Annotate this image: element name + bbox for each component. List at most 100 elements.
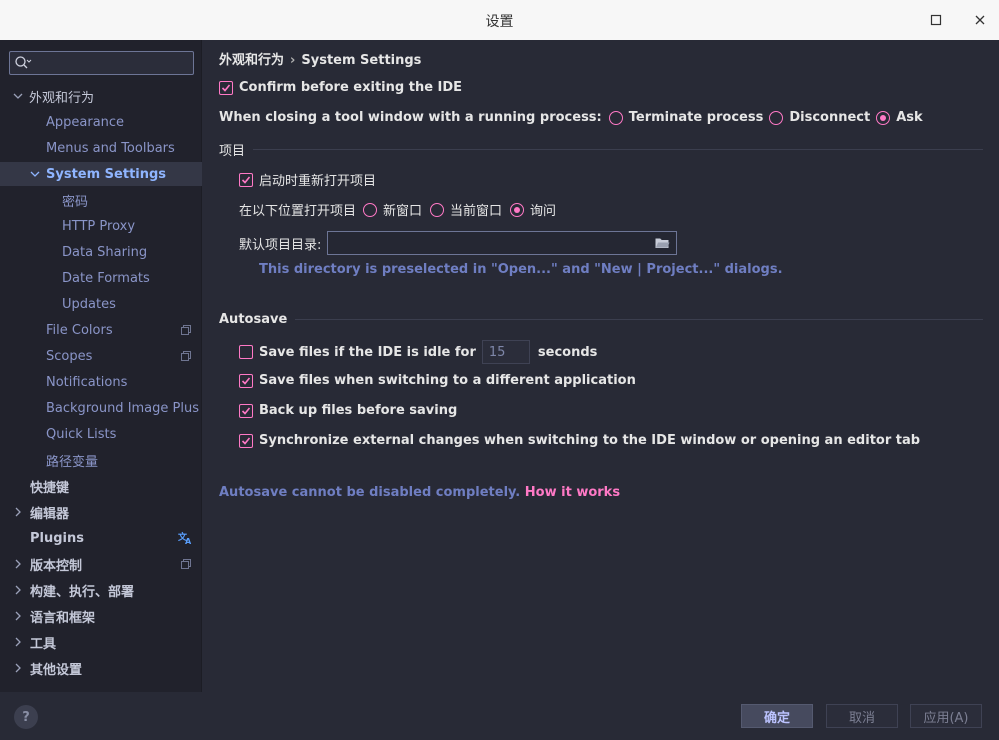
idle-save-prefix: Save files if the IDE is idle for	[259, 344, 476, 360]
chevron-down-icon	[13, 90, 23, 105]
copy-icon	[180, 558, 192, 574]
sidebar-item-label: File Colors	[46, 322, 113, 338]
breadcrumb-separator: ›	[290, 53, 296, 68]
section-divider	[295, 318, 983, 320]
reopen-projects-checkbox[interactable]	[239, 172, 253, 187]
sidebar-item-label: 密码	[62, 194, 89, 210]
reopen-projects-row: 启动时重新打开项目	[239, 170, 376, 189]
radio-current-window[interactable]	[430, 202, 445, 217]
cancel-button[interactable]: 取消	[826, 704, 898, 728]
sidebar-item-label: Plugins	[30, 530, 84, 546]
sidebar-item-label: 外观和行为	[29, 90, 95, 106]
sidebar-item-path-variables[interactable]: 路径变量	[0, 448, 202, 472]
sync-label: Synchronize external changes when switch…	[259, 433, 921, 448]
sidebar-item-data-sharing[interactable]: Data Sharing	[0, 240, 202, 264]
sidebar-item-label: Date Formats	[62, 270, 150, 286]
sidebar-item-background-image-plus[interactable]: Background Image Plus	[0, 396, 202, 420]
search-input[interactable]	[9, 51, 194, 75]
close-icon[interactable]	[968, 8, 992, 32]
sidebar-item-label: Appearance	[46, 114, 125, 130]
sidebar-item-languages-frameworks[interactable]: 语言和框架	[0, 604, 202, 628]
window-title: 设置	[485, 14, 514, 30]
sidebar-item-label: Scopes	[46, 348, 93, 364]
sidebar-item-passwords[interactable]: 密码	[0, 188, 202, 212]
sidebar-item-label: Data Sharing	[62, 244, 148, 260]
project-section-header: 项目	[219, 140, 983, 159]
sidebar-item-label: 语言和框架	[30, 610, 96, 626]
sync-checkbox[interactable]	[239, 433, 253, 448]
help-button[interactable]: ?	[14, 705, 38, 729]
search-icon	[14, 55, 32, 75]
sidebar-item-build-execution-deployment[interactable]: 构建、执行、部署	[0, 578, 202, 602]
ok-button[interactable]: 确定	[741, 704, 813, 728]
folder-icon[interactable]	[655, 237, 670, 253]
sidebar-item-date-formats[interactable]: Date Formats	[0, 266, 202, 290]
apply-button[interactable]: 应用(A)	[910, 704, 982, 728]
translate-icon: 文A	[177, 531, 193, 549]
sidebar-item-label: System Settings	[46, 166, 167, 182]
project-section-title: 项目	[219, 143, 246, 159]
sidebar-item-updates[interactable]: Updates	[0, 292, 202, 316]
sidebar-item-notifications[interactable]: Notifications	[0, 370, 202, 394]
switch-app-save-checkbox[interactable]	[239, 373, 253, 388]
chevron-right-icon	[13, 558, 23, 573]
autosave-note-text: Autosave cannot be disabled completely.	[219, 485, 521, 500]
sidebar-item-menus-toolbars[interactable]: Menus and Toolbars	[0, 136, 202, 160]
chevron-right-icon	[13, 610, 23, 625]
sidebar-item-label: 工具	[30, 636, 57, 652]
radio-ask-window[interactable]	[510, 202, 525, 217]
sidebar-item-label: 编辑器	[30, 506, 70, 522]
sidebar-item-plugins[interactable]: Plugins 文A	[0, 526, 202, 550]
radio-disconnect-label: Disconnect	[789, 110, 871, 125]
sidebar-item-quick-lists[interactable]: Quick Lists	[0, 422, 202, 446]
sidebar-item-label: 快捷键	[30, 480, 70, 496]
section-divider	[253, 148, 983, 150]
chevron-right-icon	[13, 584, 23, 599]
backup-checkbox[interactable]	[239, 403, 253, 418]
autosave-section-header: Autosave	[219, 310, 983, 328]
sidebar-item-version-control[interactable]: 版本控制	[0, 552, 202, 576]
sidebar-item-other-settings[interactable]: 其他设置	[0, 656, 202, 680]
copy-icon	[180, 350, 192, 366]
radio-terminate-process[interactable]	[608, 110, 623, 125]
maximize-icon[interactable]	[924, 8, 948, 32]
sidebar-item-label: 其他设置	[30, 662, 83, 678]
confirm-exit-checkbox[interactable]	[219, 80, 233, 95]
sidebar-item-label: 构建、执行、部署	[30, 584, 135, 600]
default-dir-row: 默认项目目录:	[239, 231, 678, 255]
breadcrumb-parent[interactable]: 外观和行为	[219, 53, 284, 68]
radio-disconnect[interactable]	[769, 110, 784, 125]
autosave-note: Autosave cannot be disabled completely. …	[219, 485, 620, 500]
chevron-right-icon	[13, 662, 23, 677]
svg-text:A: A	[185, 537, 192, 545]
sidebar-item-system-settings[interactable]: System Settings	[0, 162, 202, 186]
sidebar-item-appearance[interactable]: Appearance	[0, 110, 202, 134]
idle-save-row: Save files if the IDE is idle for 15 sec…	[239, 340, 597, 364]
sidebar-item-tools[interactable]: 工具	[0, 630, 202, 654]
copy-icon	[180, 324, 192, 340]
open-project-in-row: 在以下位置打开项目 新窗口 当前窗口 询问	[239, 200, 556, 219]
sidebar-item-label: 路径变量	[46, 454, 99, 470]
idle-save-checkbox[interactable]	[239, 345, 253, 359]
breadcrumb: 外观和行为 › System Settings	[219, 49, 421, 68]
radio-terminate-label: Terminate process	[628, 110, 764, 125]
sidebar-item-label: Notifications	[46, 374, 128, 390]
title-bar: 设置	[0, 0, 999, 40]
radio-new-window[interactable]	[363, 202, 378, 217]
sidebar-item-keymap[interactable]: 快捷键	[0, 474, 202, 498]
sidebar-item-appearance-behavior[interactable]: 外观和行为	[0, 84, 202, 108]
confirm-exit-label: Confirm before exiting the IDE	[239, 80, 463, 95]
how-it-works-link[interactable]: How it works	[525, 485, 620, 500]
sidebar-item-editor[interactable]: 编辑器	[0, 500, 202, 524]
sidebar-item-label: Background Image Plus	[46, 400, 199, 416]
default-dir-input[interactable]	[327, 231, 678, 255]
idle-seconds-input[interactable]: 15	[481, 340, 530, 364]
radio-ask-window-label: 询问	[530, 204, 557, 219]
open-project-in-label: 在以下位置打开项目	[239, 204, 357, 219]
sidebar-item-scopes[interactable]: Scopes	[0, 344, 202, 368]
radio-ask[interactable]	[876, 110, 891, 125]
sidebar-item-http-proxy[interactable]: HTTP Proxy	[0, 214, 202, 238]
breadcrumb-current: System Settings	[301, 53, 422, 68]
radio-new-window-label: 新窗口	[383, 204, 423, 219]
sidebar-item-file-colors[interactable]: File Colors	[0, 318, 202, 342]
